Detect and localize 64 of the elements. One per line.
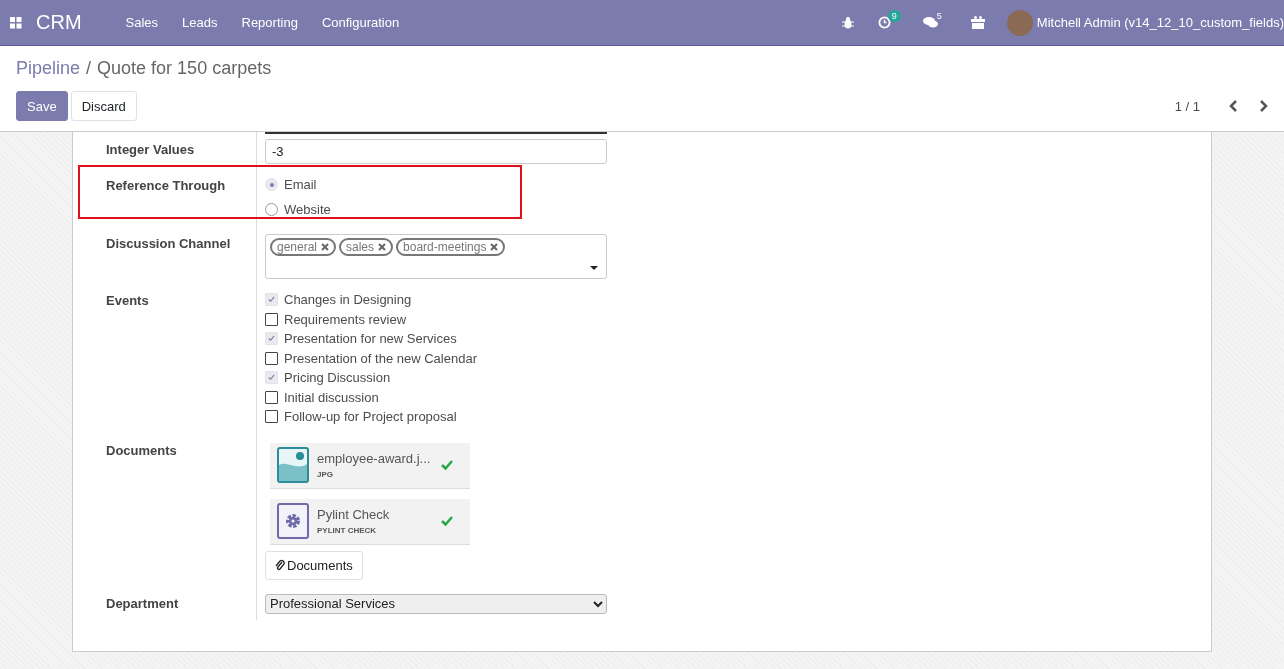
field-label: Events (106, 292, 150, 310)
file-type: PYLINT CHECK (317, 526, 378, 535)
checkbox[interactable] (265, 410, 278, 424)
message-count: 5 (935, 10, 943, 22)
gift-icon[interactable] (970, 16, 985, 29)
save-button[interactable]: Save (16, 91, 68, 121)
documents-button[interactable]: Documents (265, 550, 363, 580)
check-icon (268, 296, 275, 304)
check-icon (268, 374, 275, 382)
user-name[interactable]: Mitchell Admin (v14_12_10_custom_fields) (1036, 15, 1284, 30)
checkbox[interactable] (265, 390, 278, 404)
attachment-card[interactable]: employee-award.j... JPG (270, 442, 470, 489)
checkbox[interactable] (265, 312, 278, 326)
checkbox-label: Pricing Discussion (284, 370, 391, 386)
bug-icon[interactable] (841, 16, 854, 29)
field-label: Department (106, 594, 180, 613)
paperclip-icon (275, 559, 285, 571)
clock-icon[interactable] (877, 16, 891, 29)
breadcrumb-current: Quote for 150 carpets (97, 58, 272, 79)
remove-icon[interactable] (321, 243, 330, 251)
department-select[interactable]: Professional Services (265, 593, 607, 614)
image-file-icon (277, 447, 309, 483)
menu-item[interactable]: Configuration (309, 15, 412, 30)
check-icon (268, 335, 275, 343)
input-field[interactable]: -3 (265, 139, 607, 164)
field-label: Integer Values (106, 141, 196, 159)
tag[interactable]: sales (339, 238, 394, 256)
file-name: employee-award.j... (317, 451, 432, 466)
radio-label: Website (284, 202, 331, 217)
pager-value: 1 / 1 (1174, 98, 1200, 114)
checkbox-label: Presentation for new Services (284, 331, 457, 347)
chevron-right-icon (1259, 100, 1268, 112)
checkbox-label: Changes in Designing (284, 292, 412, 308)
menu-item[interactable]: Sales (113, 15, 171, 30)
discard-button[interactable]: Discard (70, 91, 137, 121)
checkbox-label: Presentation of the new Calendar (284, 350, 477, 366)
checkbox-label: Follow-up for Project proposal (284, 409, 457, 425)
chat-icon[interactable] (922, 16, 939, 29)
field-label: Discussion Channel (106, 235, 232, 253)
file-type: JPG (317, 470, 334, 479)
checkbox-label: Initial discussion (284, 389, 379, 405)
caret-icon[interactable] (590, 266, 598, 270)
gear-icon (277, 503, 309, 539)
menu-item[interactable]: Reporting (229, 15, 310, 30)
chevron-left-icon (1229, 100, 1238, 112)
remove-icon[interactable] (490, 243, 499, 251)
file-name: Pylint Check (317, 507, 391, 522)
activity-count: 9 (887, 10, 901, 22)
field-label: Documents (106, 441, 178, 460)
attachment-card[interactable]: Pylint Check PYLINT CHECK (270, 498, 470, 545)
tag[interactable]: board-meetings (396, 238, 506, 256)
checkbox-label: Requirements review (284, 311, 407, 327)
radio-button[interactable] (265, 203, 278, 216)
tag[interactable]: general (270, 238, 337, 256)
radio-label: Email (284, 177, 317, 192)
tags-field[interactable]: general sales board-meetings (265, 234, 607, 279)
checkbox[interactable] (265, 351, 278, 365)
remove-icon[interactable] (378, 243, 387, 251)
breadcrumb-separator: / (86, 58, 92, 79)
field-label: Reference Through (106, 177, 227, 195)
app-name[interactable]: CRM (36, 11, 82, 34)
apps-menu-icon[interactable] (10, 16, 22, 29)
menu-item[interactable]: Leads (170, 15, 230, 30)
breadcrumb-link[interactable]: Pipeline (16, 58, 81, 79)
